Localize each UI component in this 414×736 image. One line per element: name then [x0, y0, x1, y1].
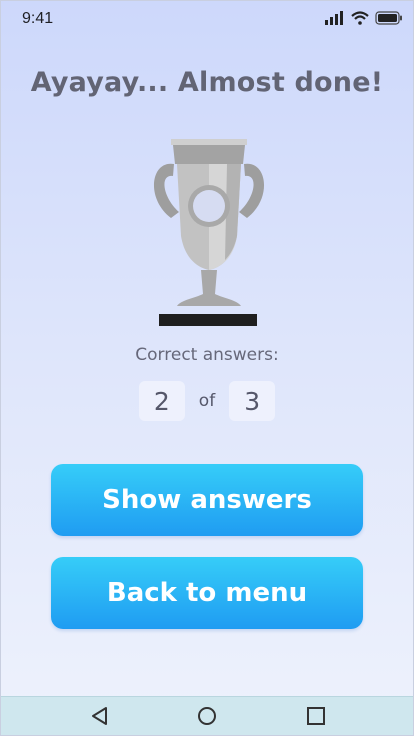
correct-count: 2	[138, 381, 185, 421]
back-to-menu-button[interactable]: Back to menu	[51, 557, 363, 629]
status-icons	[325, 11, 403, 25]
wifi-icon	[351, 11, 369, 25]
trophy-icon	[153, 139, 265, 326]
result-headline: Ayayay... Almost done!	[30, 67, 384, 98]
back-triangle-icon[interactable]	[89, 705, 111, 727]
total-count: 3	[229, 381, 276, 421]
navigation-bar	[1, 696, 413, 735]
score-of-label: of	[198, 391, 216, 411]
signal-icon	[325, 11, 343, 25]
show-answers-button[interactable]: Show answers	[51, 464, 363, 536]
status-time: 9:41	[22, 10, 54, 27]
status-bar: 9:41	[1, 1, 413, 37]
battery-icon	[375, 11, 402, 25]
home-circle-icon[interactable]	[196, 705, 218, 727]
score-label: Correct answers:	[135, 345, 279, 365]
recents-square-icon[interactable]	[305, 705, 327, 727]
score-row: 2 of 3	[1, 381, 413, 421]
